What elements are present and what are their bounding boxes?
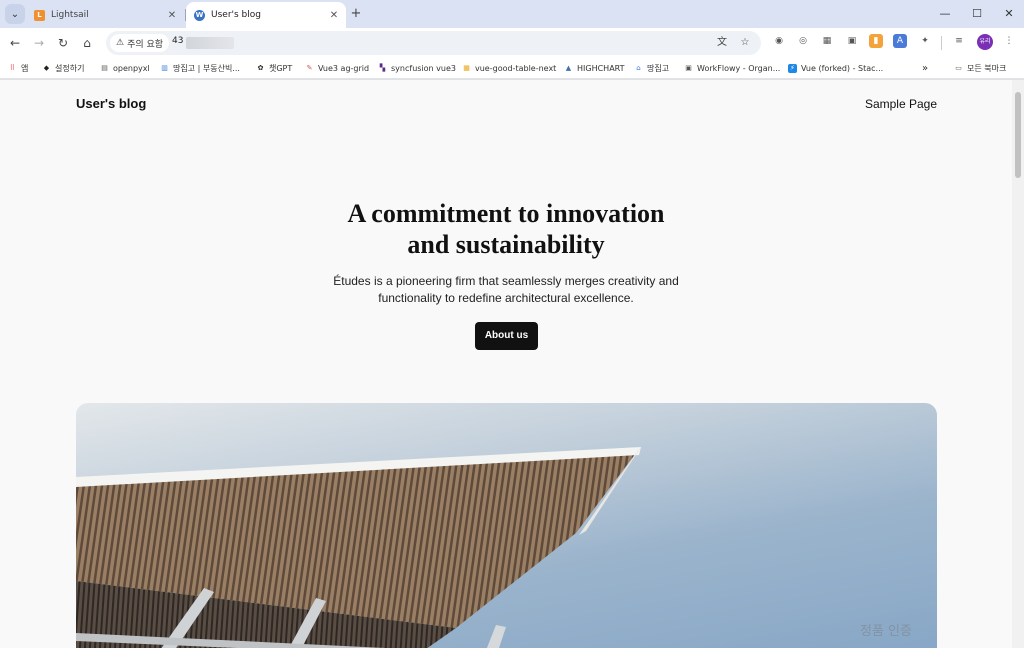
url-text: 43	[172, 36, 184, 46]
stackblitz-icon: ⚡	[788, 63, 797, 73]
bookmark-item[interactable]: ▚ syncfusion vue3	[378, 61, 456, 75]
bookmark-item[interactable]: ▥ 땅집고 | 부동산빅...	[160, 61, 240, 75]
bookmark-label: 땅집고	[647, 63, 670, 73]
nav-sample-page[interactable]: Sample Page	[865, 97, 937, 111]
hero-heading-line: and sustainability	[407, 230, 605, 259]
close-icon[interactable]: ✕	[326, 10, 342, 21]
hero-heading-line: A commitment to innovation	[347, 199, 665, 228]
folder-icon: ▭	[955, 64, 962, 72]
extension-grid-icon[interactable]: ▦	[820, 34, 834, 48]
more-bookmarks-chevron-icon[interactable]: »	[922, 61, 928, 75]
bookmark-item[interactable]: ▲ HIGHCHART	[564, 61, 625, 75]
bookmark-item[interactable]: ⚡ Vue (forked) - Stac...	[788, 61, 883, 75]
bookmark-star-icon[interactable]: ☆	[737, 35, 753, 51]
highcharts-icon: ▲	[565, 64, 572, 72]
hero-description-line: Études is a pioneering firm that seamles…	[333, 274, 679, 288]
toolbar-divider	[941, 36, 942, 50]
hero-architecture-image	[76, 403, 937, 648]
page-scrollbar[interactable]	[1012, 80, 1024, 648]
bookmarks-bar: ⠿ 앱 ◆ 설정하기 ▤ openpyxl ▥ 땅집고 | 부동산빅... ✿ …	[0, 57, 1024, 79]
bookmark-label: Vue (forked) - Stac...	[801, 63, 884, 73]
extension-window-icon[interactable]: ▣	[845, 34, 859, 48]
translate-icon[interactable]: 文	[714, 35, 730, 51]
openai-icon: ✿	[257, 64, 264, 72]
security-warning-label: 주의 요함	[127, 39, 164, 50]
bookmark-label: HIGHCHART	[577, 63, 625, 73]
forward-arrow-icon[interactable]: →	[30, 34, 48, 52]
camera-extension-icon[interactable]: ◉	[772, 34, 786, 48]
about-us-button[interactable]: About us	[475, 322, 538, 350]
activation-watermark: 정품 인증	[860, 624, 912, 639]
bookmark-item[interactable]: ✎ Vue3 ag-grid	[305, 61, 370, 75]
site-title[interactable]: User's blog	[76, 96, 146, 111]
home-icon[interactable]: ⌂	[78, 34, 96, 52]
warning-triangle-icon: ⚠	[116, 38, 125, 48]
bookmark-label: 챗GPT	[269, 63, 293, 73]
extension-blue-icon[interactable]: A	[893, 34, 907, 48]
bookmark-label: syncfusion vue3	[391, 63, 456, 73]
back-arrow-icon[interactable]: ←	[6, 34, 24, 52]
close-icon[interactable]: ✕	[164, 10, 180, 21]
all-bookmarks-folder[interactable]: ▭ 모든 북마크	[954, 61, 1006, 75]
tab-users-blog[interactable]: W User's blog ✕	[186, 2, 346, 28]
browser-window: ⌄ L Lightsail ✕ W User's blog ✕ + — ☐ ✕ …	[0, 0, 1024, 648]
bookmark-label: 땅집고 | 부동산빅...	[173, 63, 240, 73]
bookmark-label: WorkFlowy - Organ...	[697, 63, 781, 73]
page-viewport: User's blog Sample Page A commitment to …	[0, 80, 1024, 648]
bookmark-item[interactable]: ⌂ 땅집고	[634, 61, 669, 75]
url-redacted-blur	[186, 37, 234, 49]
address-bar[interactable]: ⚠ 주의 요함 43 文 ☆	[106, 31, 761, 55]
minimize-icon[interactable]: —	[930, 4, 960, 24]
workflowy-icon: ▣	[685, 64, 692, 72]
tab-title: Lightsail	[51, 10, 89, 20]
bookmark-item[interactable]: ◆ 설정하기	[42, 61, 85, 75]
document-icon: ▤	[101, 64, 108, 72]
bookmark-label: 앱	[21, 63, 29, 73]
bookmark-label: openpyxl	[113, 63, 150, 73]
bookmark-item[interactable]: ▤ openpyxl	[100, 61, 150, 75]
syncfusion-icon: ▚	[379, 64, 386, 72]
scrollbar-thumb[interactable]	[1015, 92, 1021, 178]
more-menu-icon[interactable]: ⋮	[1002, 34, 1016, 48]
hero-heading: A commitment to innovation and sustainab…	[256, 198, 756, 260]
new-tab-plus-icon[interactable]: +	[348, 6, 364, 22]
hero-description: Études is a pioneering firm that seamles…	[256, 273, 756, 307]
diamond-icon: ◆	[43, 64, 50, 72]
bookmark-label: vue-good-table-next	[475, 63, 557, 73]
pen-icon: ✎	[306, 64, 313, 72]
extensions-puzzle-icon[interactable]: ✦	[918, 34, 932, 48]
bookmark-item[interactable]: ▣ WorkFlowy - Organ...	[684, 61, 780, 75]
building-canopy-illustration	[76, 447, 641, 648]
maximize-icon[interactable]: ☐	[962, 4, 992, 24]
reading-list-icon[interactable]: ≡	[952, 34, 966, 48]
security-warning-chip[interactable]: ⚠ 주의 요함	[110, 34, 170, 52]
extension-circle-icon[interactable]: ◎	[796, 34, 810, 48]
extension-orange-icon[interactable]: ▮	[869, 34, 883, 48]
bookmark-item[interactable]: ▦ vue-good-table-next	[462, 61, 556, 75]
tab-lightsail[interactable]: L Lightsail ✕	[28, 2, 184, 28]
browser-toolbar: ← → ↻ ⌂ ⚠ 주의 요함 43 文 ☆ ◉ ◎ ▦ ▣ ▮ A ✦ ≡ 유…	[0, 28, 1024, 57]
house-icon: ⌂	[636, 64, 641, 72]
bookmark-apps[interactable]: ⠿ 앱	[8, 61, 28, 75]
bookmark-label: 설정하기	[55, 63, 85, 73]
window-close-icon[interactable]: ✕	[994, 4, 1024, 24]
reload-icon[interactable]: ↻	[54, 34, 72, 52]
tab-search-chevron-icon[interactable]: ⌄	[5, 4, 25, 24]
table-grid-icon: ▦	[463, 64, 470, 72]
profile-avatar[interactable]: 유리	[977, 34, 993, 50]
bookmark-item[interactable]: ✿ 챗GPT	[256, 61, 293, 75]
building-icon: ▥	[161, 64, 168, 72]
tab-strip: ⌄ L Lightsail ✕ W User's blog ✕ + — ☐ ✕	[0, 0, 1024, 28]
apps-grid-icon: ⠿	[9, 64, 16, 72]
hero-description-line: functionality to redefine architectural …	[378, 291, 634, 305]
bookmark-label: Vue3 ag-grid	[318, 63, 370, 73]
tab-title: User's blog	[211, 10, 261, 20]
lightsail-icon: L	[34, 9, 45, 21]
wordpress-icon: W	[194, 9, 205, 21]
all-bookmarks-label: 모든 북마크	[967, 63, 1007, 73]
